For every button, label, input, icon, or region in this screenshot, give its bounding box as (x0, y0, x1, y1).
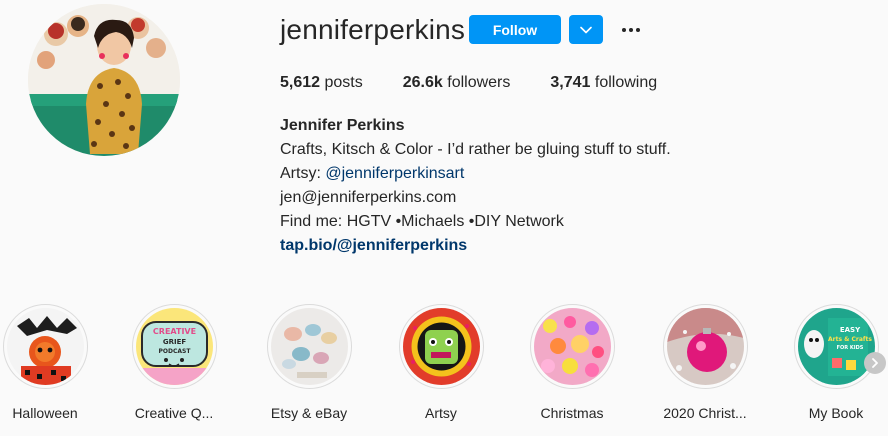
highlight-halloween[interactable]: Halloween (0, 304, 95, 422)
highlight-etsy-ebay[interactable]: Etsy & eBay (259, 304, 359, 422)
profile-bio: Jennifer Perkins Crafts, Kitsch & Color … (280, 114, 671, 258)
christmas-cover-image (533, 308, 611, 385)
svg-text:GRIEF: GRIEF (162, 338, 186, 346)
highlight-label: Christmas (540, 405, 604, 421)
artsy-cover-image (402, 308, 480, 385)
svg-text:Arts & Crafts: Arts & Crafts (828, 336, 872, 343)
highlight-label: My Book (808, 405, 864, 421)
highlight-label: Artsy (425, 405, 457, 421)
etsy-ebay-cover-image (270, 308, 348, 385)
avatar[interactable] (28, 4, 180, 156)
highlight-label: 2020 Christ... (663, 405, 747, 421)
2020-christmas-cover-image (666, 308, 744, 385)
bio-artsy-line: Artsy: @jenniferperkinsart (280, 162, 671, 186)
svg-text:EASY: EASY (839, 326, 860, 334)
bio-artsy-prefix: Artsy: (280, 165, 321, 182)
artsy-handle-link[interactable]: @jenniferperkinsart (325, 165, 464, 182)
bio-full-name: Jennifer Perkins (280, 117, 405, 134)
highlight-label: Halloween (12, 405, 78, 421)
creative-podcast-cover-image: CREATIVE GRIEF PODCAST (135, 308, 213, 385)
halloween-cover-image (6, 308, 84, 385)
followers-count: 26.6k (402, 74, 443, 91)
more-options-button[interactable] (616, 16, 646, 44)
highlight-artsy[interactable]: Artsy (391, 304, 491, 422)
highlight-cover-ring (529, 304, 615, 389)
highlight-cover-ring (266, 304, 352, 389)
highlight-2020-christmas[interactable]: 2020 Christ... (655, 304, 755, 422)
chevron-down-icon (580, 26, 592, 33)
highlights-next-button[interactable] (864, 352, 886, 374)
chevron-right-icon (872, 358, 878, 368)
highlight-label: Creative Q... (134, 405, 214, 421)
posts-stat: 5,612 posts (280, 73, 363, 93)
svg-text:FOR KIDS: FOR KIDS (836, 345, 863, 351)
highlight-cover-ring (662, 304, 748, 389)
profile-stats: 5,612 posts 26.6k followers 3,741 follow… (280, 73, 697, 93)
highlight-christmas[interactable]: Christmas (522, 304, 622, 422)
bio-tagline: Crafts, Kitsch & Color - I’d rather be g… (280, 141, 671, 158)
posts-count: 5,612 (280, 74, 321, 91)
follow-button[interactable]: Follow (469, 15, 561, 44)
following-stat[interactable]: 3,741 following (550, 73, 657, 93)
following-count: 3,741 (550, 74, 591, 91)
posts-label: posts (324, 74, 363, 91)
profile-username: jenniferperkins (280, 14, 466, 45)
highlight-cover-ring (398, 304, 484, 389)
my-book-cover-image: EASY Arts & Crafts FOR KIDS (797, 308, 875, 385)
following-label: following (594, 74, 658, 91)
svg-text:CREATIVE: CREATIVE (152, 327, 195, 336)
followers-stat[interactable]: 26.6k followers (403, 73, 511, 93)
bio-external-link[interactable]: tap.bio/@jenniferperkins (280, 237, 467, 254)
highlight-cover-ring (2, 304, 88, 389)
svg-text:PODCAST: PODCAST (158, 348, 191, 355)
bio-email: jen@jenniferperkins.com (280, 189, 457, 206)
avatar-photo (28, 4, 180, 156)
followers-label: followers (447, 74, 511, 91)
highlight-label: Etsy & eBay (270, 405, 348, 421)
story-highlights: Halloween CREATIVE GRIEF PODCAST Creativ… (0, 304, 888, 436)
highlight-creative-q[interactable]: CREATIVE GRIEF PODCAST Creative Q... (124, 304, 224, 422)
more-options-icon (622, 28, 640, 32)
bio-find-me: Find me: HGTV •Michaels •DIY Network (280, 213, 564, 230)
highlight-cover-ring: CREATIVE GRIEF PODCAST (131, 304, 217, 389)
suggested-accounts-button[interactable] (569, 15, 603, 44)
highlight-cover-ring: EASY Arts & Crafts FOR KIDS (793, 304, 879, 389)
